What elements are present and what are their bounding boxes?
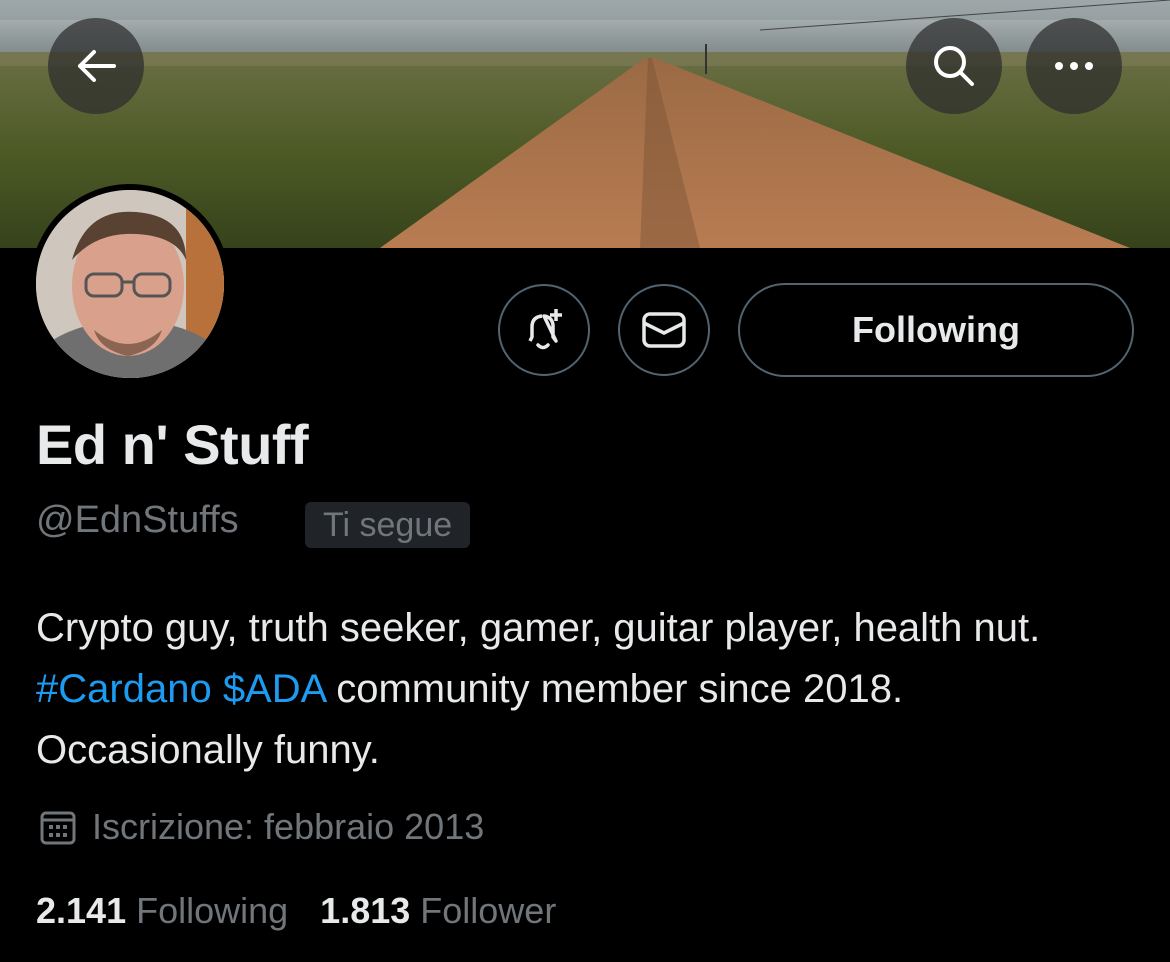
arrow-left-icon <box>78 50 116 82</box>
search-icon <box>934 46 974 86</box>
bio: Crypto guy, truth seeker, gamer, guitar … <box>36 598 1136 781</box>
more-horizontal-icon <box>1055 62 1093 70</box>
followers-count: 1.813 <box>320 890 411 931</box>
following-label: Following <box>136 890 289 931</box>
username: @EdnStuffs <box>36 499 239 541</box>
bio-space <box>212 667 223 711</box>
hashtag-link[interactable]: #Cardano <box>36 667 212 711</box>
following-count: 2.141 <box>36 890 127 931</box>
join-date-text: Iscrizione: febbraio 2013 <box>92 806 485 847</box>
avatar-image <box>36 190 224 378</box>
following-stat[interactable]: 2.141 Following <box>36 890 288 932</box>
calendar-icon <box>40 811 76 845</box>
search-button[interactable] <box>906 18 1002 114</box>
join-date: Iscrizione: febbraio 2013 <box>40 806 484 848</box>
followers-stat[interactable]: 1.813 Follower <box>320 890 556 932</box>
notifications-button[interactable] <box>498 284 590 376</box>
followers-label: Follower <box>420 890 557 931</box>
follows-you-badge: Ti segue <box>305 502 471 548</box>
display-name: Ed n' Stuff <box>36 413 309 476</box>
follow-stats: 2.141 Following 1.813 Follower <box>36 890 588 932</box>
back-button[interactable] <box>48 18 144 114</box>
following-button[interactable]: Following <box>738 283 1134 377</box>
cashtag-link[interactable]: $ADA <box>223 667 325 711</box>
bell-plus-icon <box>528 309 562 350</box>
bio-text: Crypto guy, truth seeker, gamer, guitar … <box>36 606 1041 650</box>
avatar[interactable] <box>30 184 230 384</box>
more-button[interactable] <box>1026 18 1122 114</box>
mail-icon <box>642 312 686 348</box>
message-button[interactable] <box>618 284 710 376</box>
